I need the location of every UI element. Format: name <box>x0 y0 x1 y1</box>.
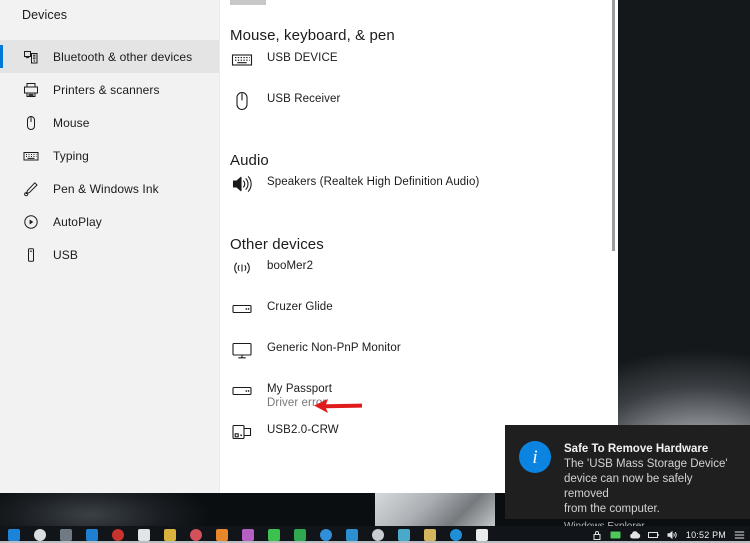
card-reader-icon <box>230 420 254 444</box>
device-row[interactable]: USB Receiver <box>230 89 340 113</box>
bluetooth-devices-icon <box>22 48 39 65</box>
annotation-arrow-icon <box>314 399 362 413</box>
taskbar-clock[interactable]: 10:52 PM <box>686 530 726 540</box>
device-info: USB Receiver <box>267 89 340 106</box>
breadcrumb-stub <box>230 0 266 5</box>
page-title: Devices <box>22 8 68 22</box>
usb-drive-icon <box>230 297 254 321</box>
sidebar-item-printers-scanners[interactable]: Printers & scanners <box>0 73 219 106</box>
toast-message-line: from the computer. <box>564 503 660 515</box>
desktop-wallpaper-highlight <box>375 493 495 527</box>
settings-window: Devices Bluetooth & other devices Printe… <box>0 0 618 493</box>
toast-body: Safe To Remove Hardware The 'USB Mass St… <box>564 441 736 532</box>
sidebar-item-usb[interactable]: USB <box>0 238 219 271</box>
wireless-signal-icon <box>230 256 254 280</box>
sidebar-item-bluetooth-other-devices[interactable]: Bluetooth & other devices <box>0 40 219 73</box>
volume-icon[interactable] <box>667 529 679 541</box>
keyboard-icon <box>230 48 254 72</box>
sidebar-item-label: Pen & Windows Ink <box>53 181 159 196</box>
sidebar-item-label: Bluetooth & other devices <box>53 49 193 64</box>
monitor-tray-icon[interactable] <box>610 529 622 541</box>
settings-sidebar: Devices Bluetooth & other devices Printe… <box>0 0 220 493</box>
sidebar-item-mouse[interactable]: Mouse <box>0 106 219 139</box>
device-name: USB Receiver <box>267 93 341 105</box>
sidebar-nav: Bluetooth & other devices Printers & sca… <box>0 40 219 271</box>
device-row[interactable]: USB DEVICE <box>230 48 338 72</box>
device-info: Speakers (Realtek High Definition Audio) <box>267 172 479 189</box>
device-name: Cruzer Glide <box>267 301 333 313</box>
device-name: booMer2 <box>267 260 314 272</box>
sidebar-item-label: Mouse <box>53 115 90 130</box>
sidebar-item-label: USB <box>53 247 78 262</box>
mouse-icon <box>22 114 39 131</box>
device-info: Cruzer Glide <box>267 297 333 314</box>
content-scrollbar[interactable] <box>610 0 615 493</box>
toast-title: Safe To Remove Hardware <box>564 443 709 455</box>
device-name: USB2.0-CRW <box>267 424 339 436</box>
lock-icon[interactable] <box>591 529 603 541</box>
device-row[interactable]: Generic Non-PnP Monitor <box>230 338 401 362</box>
battery-icon[interactable] <box>647 529 660 541</box>
section-heading-other-devices: Other devices <box>230 236 324 253</box>
system-tray: 10:52 PM <box>591 529 750 541</box>
device-row[interactable]: Cruzer Glide <box>230 297 333 321</box>
scrollbar-thumb[interactable] <box>612 0 615 251</box>
device-row[interactable]: USB2.0-CRW <box>230 420 339 444</box>
device-name: Generic Non-PnP Monitor <box>267 342 401 354</box>
sidebar-item-pen-windows-ink[interactable]: Pen & Windows Ink <box>0 172 219 205</box>
info-icon-glyph: i <box>532 446 538 468</box>
device-name: My Passport <box>267 383 333 395</box>
sidebar-item-typing[interactable]: Typing <box>0 139 219 172</box>
info-icon: i <box>519 441 551 473</box>
mouse-icon <box>230 89 254 113</box>
device-name: USB DEVICE <box>267 52 338 64</box>
usb-icon <box>22 246 39 263</box>
pen-icon <box>22 180 39 197</box>
notification-toast[interactable]: i Safe To Remove Hardware The 'USB Mass … <box>505 425 750 532</box>
sidebar-item-autoplay[interactable]: AutoPlay <box>0 205 219 238</box>
cloud-icon[interactable] <box>629 529 641 541</box>
device-info: booMer2 <box>267 256 313 273</box>
keyboard-icon <box>22 147 39 164</box>
autoplay-icon <box>22 213 39 230</box>
device-name: Speakers (Realtek High Definition Audio) <box>267 176 480 188</box>
speaker-icon <box>230 172 254 196</box>
sidebar-item-label: AutoPlay <box>53 214 102 229</box>
sidebar-item-label: Typing <box>53 148 89 163</box>
device-row[interactable]: Speakers (Realtek High Definition Audio) <box>230 172 479 196</box>
monitor-icon <box>230 338 254 362</box>
section-heading-audio: Audio <box>230 152 269 169</box>
usb-drive-icon <box>230 379 254 403</box>
toast-message-line: The 'USB Mass Storage Device' <box>564 458 728 470</box>
settings-content: Mouse, keyboard, & pen USB DEVICE USB Re… <box>220 0 618 493</box>
device-info: USB2.0-CRW <box>267 420 339 437</box>
device-info: Generic Non-PnP Monitor <box>267 338 401 355</box>
section-heading-mouse-keyboard-pen: Mouse, keyboard, & pen <box>230 27 395 44</box>
toast-message-line: device can now be safely removed <box>564 473 693 500</box>
action-center-icon[interactable] <box>733 529 745 541</box>
printer-icon <box>22 81 39 98</box>
device-row[interactable]: booMer2 <box>230 256 313 280</box>
device-info: USB DEVICE <box>267 48 338 65</box>
sidebar-item-label: Printers & scanners <box>53 82 160 97</box>
